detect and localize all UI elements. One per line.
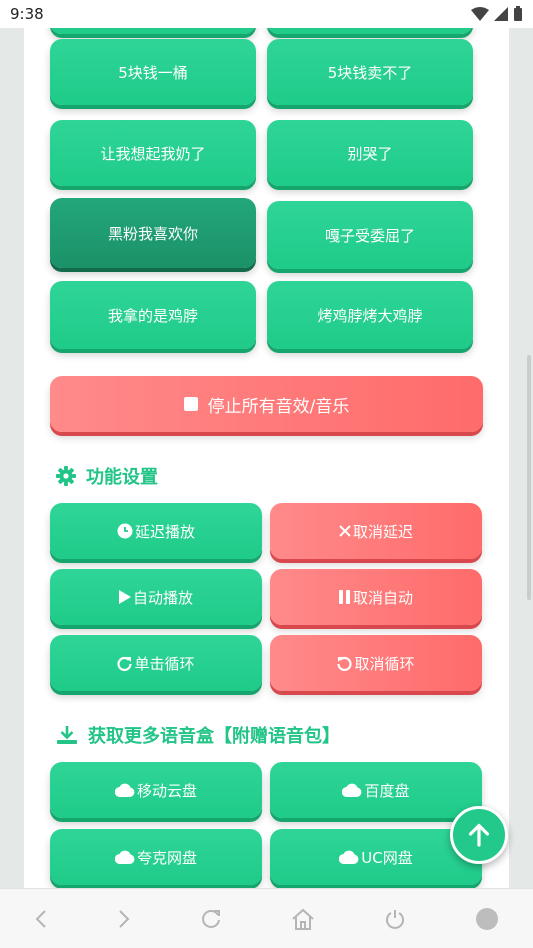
sound-button[interactable]: 别哭了 [267,120,473,186]
sound-button[interactable]: 5块钱一桶 [50,39,256,105]
sound-button[interactable]: 5块钱卖不了 [267,39,473,105]
record-icon[interactable] [475,907,499,931]
bottom-nav-bar [0,888,533,948]
status-time: 9:38 [10,5,44,23]
clock-icon [117,523,133,539]
quark-pan-label: 夸克网盘 [136,848,197,867]
quark-pan-button[interactable]: 夸克网盘 [50,829,262,885]
baidu-pan-label: 百度盘 [364,781,410,800]
sound-button-active[interactable]: 黑粉我喜欢你 [50,198,256,268]
pause-icon [338,590,350,604]
cancel-loop-button[interactable]: 取消循环 [270,635,482,691]
cloud-icon [339,850,359,864]
cancel-delay-button[interactable]: 取消延迟 [270,503,482,559]
play-icon [118,590,131,604]
more-boxes-title: 获取更多语音盒【附赠语音包】 [56,722,340,748]
auto-play-button[interactable]: 自动播放 [50,569,262,625]
delay-play-button[interactable]: 延迟播放 [50,503,262,559]
click-loop-label: 单击循环 [134,654,195,673]
partial-sound-button[interactable] [267,28,473,34]
cancel-loop-label: 取消循环 [354,654,415,673]
home-icon[interactable] [291,908,315,930]
cloud-icon [114,783,135,797]
function-settings-title: 功能设置 [56,463,158,489]
uc-pan-label: UC网盘 [361,848,413,867]
signal-icon [494,7,508,21]
back-to-top-button[interactable] [450,806,508,864]
sound-button[interactable]: 让我想起我奶了 [50,120,256,186]
sound-button[interactable]: 我拿的是鸡脖 [50,281,256,349]
delay-play-label: 延迟播放 [134,522,195,541]
status-bar: 9:38 [0,0,533,28]
download-icon [57,726,77,744]
gear-icon [56,466,76,486]
scrollbar[interactable] [527,355,531,600]
more-boxes-label: 获取更多语音盒【附赠语音包】 [88,726,340,747]
redo-icon [117,656,133,671]
cancel-auto-label: 取消自动 [352,588,413,607]
auto-play-label: 自动播放 [132,588,193,607]
power-icon[interactable] [384,908,406,930]
refresh-icon[interactable] [200,908,222,930]
stop-all-button[interactable]: 停止所有音效/音乐 [50,376,483,432]
forward-icon[interactable] [117,909,131,929]
click-loop-button[interactable]: 单击循环 [50,635,262,691]
mobile-cloud-label: 移动云盘 [136,781,197,800]
cancel-delay-label: 取消延迟 [352,522,413,541]
undo-icon [337,656,353,671]
mobile-cloud-button[interactable]: 移动云盘 [50,762,262,818]
back-icon[interactable] [34,909,48,929]
battery-icon [514,6,522,21]
main-page: 5块钱一桶 5块钱卖不了 让我想起我奶了 别哭了 黑粉我喜欢你 嘎子受委屈了 我… [24,28,509,888]
baidu-pan-button[interactable]: 百度盘 [270,762,482,818]
partial-sound-button[interactable] [50,28,256,34]
stop-all-label: 停止所有音效/音乐 [207,396,350,417]
cloud-icon [114,850,135,864]
wifi-icon [471,7,489,21]
sound-button[interactable]: 嘎子受委屈了 [267,201,473,269]
sound-button[interactable]: 烤鸡脖烤大鸡脖 [267,281,473,349]
stop-icon [183,397,198,411]
close-icon [339,525,351,537]
function-settings-label: 功能设置 [86,467,158,488]
arrow-up-icon [468,823,490,847]
cancel-auto-button[interactable]: 取消自动 [270,569,482,625]
cloud-icon [342,783,362,797]
